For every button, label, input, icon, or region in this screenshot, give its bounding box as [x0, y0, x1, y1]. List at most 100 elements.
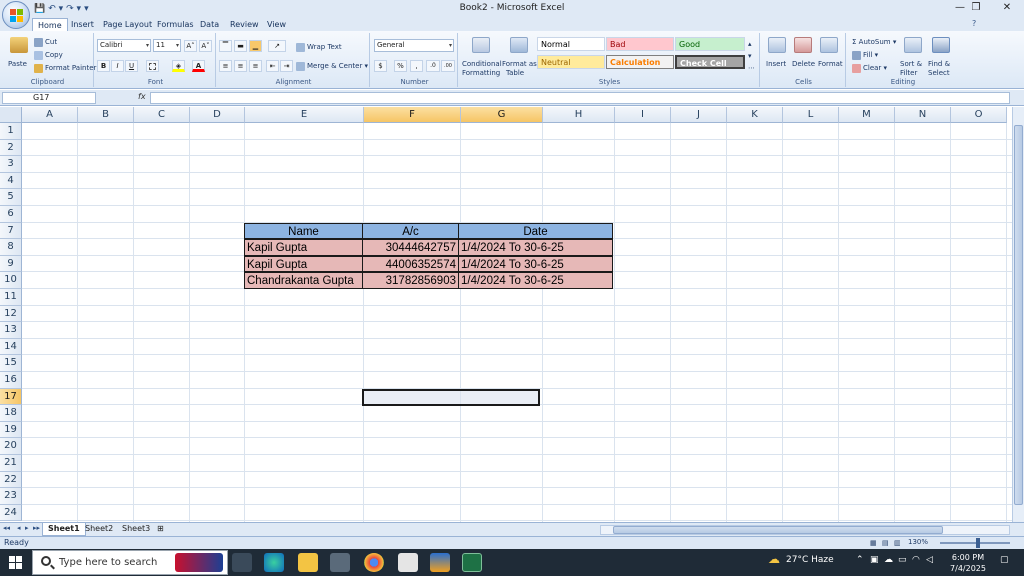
- align-left-icon[interactable]: ≡: [219, 60, 232, 72]
- clear-button[interactable]: Clear ▾: [852, 63, 887, 73]
- align-right-icon[interactable]: ≡: [249, 60, 262, 72]
- table-row-date[interactable]: 1/4/2024 To 30-6-25: [458, 272, 613, 289]
- delete-cells-icon[interactable]: [794, 37, 812, 53]
- row-header-7[interactable]: 7: [0, 222, 22, 240]
- format-painter-button[interactable]: Format Painter: [34, 63, 96, 73]
- table-row-name[interactable]: Kapil Gupta: [244, 239, 363, 256]
- table-row-name[interactable]: Chandrakanta Gupta: [244, 272, 363, 289]
- italic-button[interactable]: I: [111, 60, 124, 72]
- table-header-date[interactable]: Date: [458, 222, 613, 240]
- sheet-tab-sheet2[interactable]: Sheet2: [80, 523, 118, 536]
- column-header-h[interactable]: H: [543, 107, 615, 123]
- paste-icon[interactable]: [10, 37, 28, 53]
- copy-button[interactable]: Copy: [34, 50, 63, 60]
- styles-scroll-down-icon[interactable]: ▾: [748, 51, 752, 61]
- orientation-icon[interactable]: ↗: [268, 40, 286, 52]
- table-row-account[interactable]: 44006352574: [362, 255, 459, 273]
- column-header-b[interactable]: B: [78, 107, 134, 123]
- fx-icon[interactable]: fx: [138, 92, 146, 101]
- horizontal-scroll-thumb[interactable]: [613, 526, 943, 534]
- row-header-4[interactable]: 4: [0, 172, 22, 190]
- table-row-account[interactable]: 31782856903: [362, 272, 459, 289]
- decrease-indent-icon[interactable]: ⇤: [266, 60, 279, 72]
- vertical-scrollbar[interactable]: [1012, 107, 1024, 522]
- fill-color-button[interactable]: ◈: [172, 60, 185, 72]
- insert-cells-icon[interactable]: [768, 37, 786, 53]
- column-header-f[interactable]: F: [364, 107, 461, 123]
- style-calculation[interactable]: Calculation: [606, 55, 674, 69]
- volume-icon[interactable]: ◁: [926, 555, 933, 565]
- row-header-6[interactable]: 6: [0, 206, 22, 223]
- office-button[interactable]: [2, 1, 30, 29]
- row-header-19[interactable]: 19: [0, 421, 22, 439]
- column-header-i[interactable]: I: [615, 107, 671, 123]
- row-header-16[interactable]: 16: [0, 372, 22, 389]
- autosum-button[interactable]: Σ AutoSum ▾: [852, 37, 896, 47]
- select-all-corner[interactable]: [0, 107, 22, 123]
- taskbar-clock[interactable]: 6:00 PM 7/4/2025: [946, 552, 990, 574]
- align-bottom-icon[interactable]: ▁: [249, 40, 262, 52]
- row-header-3[interactable]: 3: [0, 156, 22, 173]
- style-neutral[interactable]: Neutral: [537, 55, 605, 69]
- help-icon[interactable]: ?: [972, 19, 976, 28]
- edge-browser-icon[interactable]: [264, 553, 284, 572]
- zoom-level[interactable]: 130%: [908, 538, 928, 546]
- percent-button[interactable]: %: [394, 60, 407, 72]
- battery-icon[interactable]: ▭: [898, 555, 907, 565]
- row-header-5[interactable]: 5: [0, 189, 22, 206]
- column-header-c[interactable]: C: [134, 107, 190, 123]
- font-color-button[interactable]: A: [192, 60, 205, 72]
- cut-button[interactable]: Cut: [34, 37, 57, 47]
- tab-view[interactable]: View: [262, 18, 291, 31]
- row-header-18[interactable]: 18: [0, 405, 22, 422]
- row-header-1[interactable]: 1: [0, 123, 22, 140]
- vertical-scroll-thumb[interactable]: [1014, 125, 1023, 505]
- row-header-12[interactable]: 12: [0, 305, 22, 323]
- insert-cells-button[interactable]: Insert: [766, 59, 786, 69]
- row-header-2[interactable]: 2: [0, 139, 22, 157]
- horizontal-scrollbar[interactable]: [600, 525, 1010, 535]
- style-bad[interactable]: Bad: [606, 37, 674, 51]
- column-header-d[interactable]: D: [190, 107, 245, 123]
- binoculars-icon[interactable]: [932, 37, 950, 53]
- selected-range[interactable]: [362, 388, 540, 406]
- page-layout-view-icon[interactable]: ▤: [882, 538, 889, 548]
- tab-home[interactable]: Home: [32, 18, 68, 31]
- store-icon[interactable]: [330, 553, 350, 572]
- increase-decimal-button[interactable]: .0: [426, 60, 440, 72]
- align-center-icon[interactable]: ≡: [234, 60, 247, 72]
- tray-chevron-icon[interactable]: ⌃: [856, 555, 864, 565]
- table-row-name[interactable]: Kapil Gupta: [244, 255, 363, 273]
- column-header-m[interactable]: M: [839, 107, 895, 123]
- bold-button[interactable]: B: [97, 60, 110, 72]
- grow-font-button[interactable]: A˄: [184, 40, 197, 52]
- tab-insert[interactable]: Insert: [66, 18, 99, 31]
- tray-app-icon[interactable]: ▣: [870, 555, 879, 565]
- column-header-g[interactable]: G: [461, 107, 543, 123]
- column-header-o[interactable]: O: [951, 107, 1007, 123]
- tab-page-layout[interactable]: Page Layout: [98, 18, 157, 31]
- next-sheet-icon[interactable]: ▸: [25, 524, 29, 532]
- first-sheet-icon[interactable]: ◂◂: [3, 524, 10, 532]
- row-header-21[interactable]: 21: [0, 455, 22, 472]
- style-good[interactable]: Good: [675, 37, 745, 51]
- font-size-select[interactable]: 11 ▾: [153, 39, 181, 52]
- table-row-date[interactable]: 1/4/2024 To 30-6-25: [458, 239, 613, 256]
- column-header-n[interactable]: N: [895, 107, 951, 123]
- font-name-select[interactable]: Calibri ▾: [97, 39, 151, 52]
- name-box[interactable]: G17: [2, 92, 96, 104]
- merge-center-button[interactable]: Merge & Center ▾: [296, 61, 368, 71]
- taskbar-search-box[interactable]: Type here to search: [32, 550, 228, 575]
- tab-review[interactable]: Review: [225, 18, 264, 31]
- column-header-l[interactable]: L: [783, 107, 839, 123]
- increase-indent-icon[interactable]: ⇥: [280, 60, 293, 72]
- style-normal[interactable]: Normal: [537, 37, 605, 51]
- sort-filter-icon[interactable]: [904, 37, 922, 53]
- row-header-23[interactable]: 23: [0, 488, 22, 505]
- row-header-22[interactable]: 22: [0, 471, 22, 489]
- fill-button[interactable]: Fill ▾: [852, 50, 878, 60]
- table-header-name[interactable]: Name: [244, 222, 363, 240]
- align-top-icon[interactable]: ▔: [219, 40, 232, 52]
- comma-button[interactable]: ,: [410, 60, 423, 72]
- weather-text[interactable]: 27°C Haze: [786, 555, 834, 565]
